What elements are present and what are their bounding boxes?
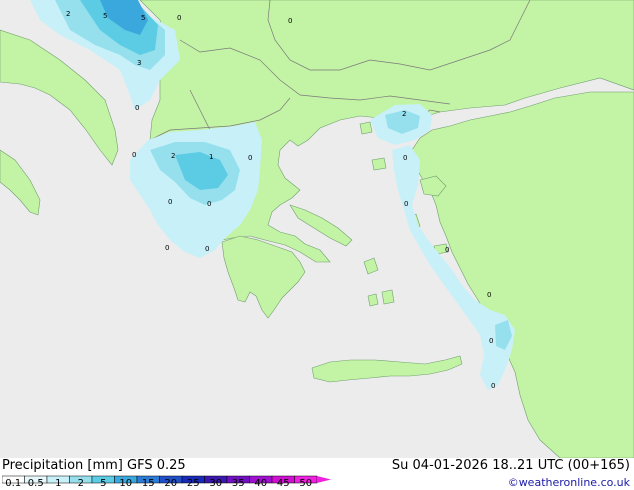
contour-label: 2 (402, 110, 406, 118)
land-naxos (381, 289, 395, 305)
scale-tick-label: 50 (299, 478, 313, 489)
contour-label: 0 (403, 154, 407, 162)
contour-label: 1 (209, 153, 213, 161)
scale-arrow (317, 476, 331, 483)
scale-tick-label: 5 (100, 478, 107, 489)
contour-label: 0 (404, 200, 408, 208)
map-title: Precipitation [mm] GFS 0.25 (2, 458, 186, 473)
contour-label: 0 (177, 14, 181, 22)
scale-tick-label: 40 (254, 478, 268, 489)
scale-tick-label: 25 (186, 478, 200, 489)
scale-tick-label: 0.5 (27, 478, 44, 489)
forecast-datetime: Su 04-01-2026 18..21 UTC (00+165) (391, 458, 630, 473)
land-limnos (371, 157, 387, 171)
scale-tick-label: 15 (141, 478, 155, 489)
contour-label: 0 (207, 200, 211, 208)
contour-label: 3 (137, 59, 141, 67)
scale-tick-label: 1 (55, 478, 62, 489)
land-thasos (359, 121, 373, 135)
contour-label: 0 (489, 337, 493, 345)
contour-label: 2 (66, 10, 70, 18)
scale-tick-label: 2 (77, 478, 84, 489)
contour-label: 0 (165, 244, 169, 252)
precipitation-map: 2 5 5 0 0 3 0 2 0 2 1 0 0 0 0 0 0 0 0 0 … (0, 0, 634, 458)
credit-link[interactable]: ©weatheronline.co.uk (508, 476, 630, 489)
contour-label: 5 (103, 12, 107, 20)
contour-label: 0 (248, 154, 252, 162)
scale-tick-label: 45 (276, 478, 290, 489)
contour-label: 0 (132, 151, 136, 159)
contour-label: 5 (141, 14, 145, 22)
scale-tick-label: 10 (119, 478, 133, 489)
contour-label: 0 (288, 17, 292, 25)
contour-label: 0 (487, 291, 491, 299)
scale-tick-label: 35 (231, 478, 245, 489)
contour-label: 0 (168, 198, 172, 206)
contour-label: 0 (491, 382, 495, 390)
scale-tick-label: 0.1 (5, 478, 22, 489)
contour-label: 0 (135, 104, 139, 112)
map-footer: Precipitation [mm] GFS 0.25 Su 04-01-202… (0, 458, 634, 490)
scale-tick-label: 20 (164, 478, 178, 489)
land-paros (367, 293, 379, 307)
scale-tick-label: 30 (209, 478, 223, 489)
contour-label: 0 (445, 246, 449, 254)
contour-label: 0 (205, 245, 209, 253)
contour-label: 2 (171, 152, 175, 160)
